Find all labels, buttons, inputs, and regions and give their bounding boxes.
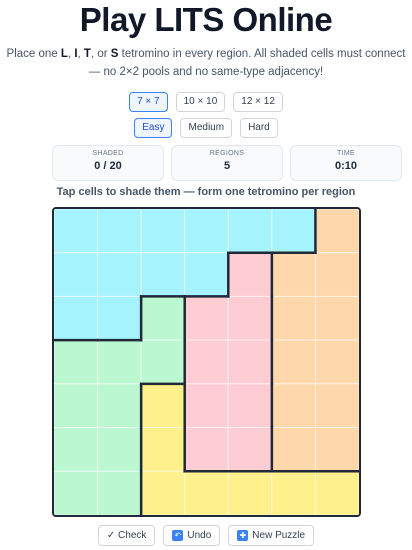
board-cell[interactable] [140, 427, 186, 472]
difficulty-easy-button[interactable]: Easy [134, 118, 173, 138]
board-cell[interactable] [140, 470, 186, 515]
board-cell[interactable] [184, 383, 229, 429]
hint-text: Tap cells to shade them — form one tetro… [56, 186, 356, 198]
board-cell[interactable] [54, 427, 99, 472]
board-cell[interactable] [227, 252, 273, 297]
regions-stat: REGIONS 5 [171, 145, 283, 181]
board-cell[interactable] [54, 383, 99, 429]
new-puzzle-label: New Puzzle [252, 530, 306, 541]
size-selector: 7 × 7 10 × 10 12 × 12 [0, 92, 412, 112]
board-cell[interactable] [227, 339, 273, 385]
board-cell[interactable] [97, 295, 142, 341]
board-cell[interactable] [271, 339, 316, 385]
game-board [52, 207, 361, 517]
board-cell[interactable] [184, 209, 229, 254]
regions-label: REGIONS [209, 150, 245, 157]
difficulty-hard-button[interactable]: Hard [240, 118, 278, 138]
shaded-label: SHADED [92, 150, 124, 157]
board-cell[interactable] [271, 470, 316, 515]
check-button[interactable]: ✓ Check [97, 525, 156, 546]
board-cell[interactable] [54, 470, 99, 515]
board-cell[interactable] [271, 383, 316, 429]
board-cell[interactable] [184, 427, 229, 472]
new-puzzle-icon: ✚ [237, 530, 249, 541]
board-cell[interactable] [54, 252, 99, 297]
board-cell[interactable] [140, 383, 186, 429]
board-cell[interactable] [140, 252, 186, 297]
time-value: 0:10 [334, 160, 358, 172]
undo-icon: ↶ [172, 530, 184, 541]
shaded-value: 0 / 20 [94, 160, 122, 172]
undo-label: Undo [187, 530, 212, 541]
board-cell[interactable] [314, 339, 359, 385]
board-cell[interactable] [227, 295, 273, 341]
board-cell[interactable] [54, 209, 99, 254]
check-label: ✓ Check [106, 530, 147, 541]
board-cell[interactable] [97, 209, 142, 254]
board-cell[interactable] [54, 295, 99, 341]
board-cell[interactable] [184, 295, 229, 341]
board-cell[interactable] [271, 252, 316, 297]
board-cell[interactable] [314, 252, 359, 297]
board-cell[interactable] [97, 427, 142, 472]
board-cell[interactable] [184, 339, 229, 385]
board-cell[interactable] [314, 427, 359, 472]
board-cell[interactable] [227, 383, 273, 429]
new-puzzle-button[interactable]: ✚ New Puzzle [228, 525, 315, 546]
difficulty-selector: Easy Medium Hard [0, 118, 412, 138]
stats-bar: SHADED 0 / 20 REGIONS 5 TIME 0:10 [52, 145, 402, 181]
board-cell[interactable] [227, 209, 273, 254]
board-cell[interactable] [97, 339, 142, 385]
board-cell[interactable] [271, 295, 316, 341]
board-cell[interactable] [314, 295, 359, 341]
board-cell[interactable] [140, 339, 186, 385]
board-cell[interactable] [184, 470, 229, 515]
board-cell[interactable] [271, 209, 316, 254]
board-cell[interactable] [97, 470, 142, 515]
board-cell[interactable] [314, 209, 359, 254]
board-cell[interactable] [54, 339, 99, 385]
size-12x12-button[interactable]: 12 × 12 [233, 92, 283, 112]
board-cell[interactable] [271, 427, 316, 472]
difficulty-medium-button[interactable]: Medium [180, 118, 233, 138]
board-cell[interactable] [140, 209, 186, 254]
undo-button[interactable]: ↶ Undo [163, 525, 221, 546]
board-cell[interactable] [227, 427, 273, 472]
instructions: Place one L, I, T, or S tetromino in eve… [6, 48, 406, 78]
board-cell[interactable] [184, 252, 229, 297]
time-stat: TIME 0:10 [290, 145, 402, 181]
size-10x10-button[interactable]: 10 × 10 [175, 92, 226, 112]
board-cell[interactable] [97, 383, 142, 429]
board-cell[interactable] [314, 470, 359, 515]
regions-value: 5 [223, 160, 231, 172]
board-cell[interactable] [97, 252, 142, 297]
time-label: TIME [337, 150, 355, 157]
shaded-stat: SHADED 0 / 20 [52, 145, 164, 181]
board-cell[interactable] [314, 383, 359, 429]
board-cell[interactable] [227, 470, 273, 515]
size-7x7-button[interactable]: 7 × 7 [129, 92, 168, 112]
controls: ✓ Check ↶ Undo ✚ New Puzzle [0, 525, 412, 546]
page-title: Play LITS Online [79, 1, 333, 38]
board-cell[interactable] [140, 295, 186, 341]
